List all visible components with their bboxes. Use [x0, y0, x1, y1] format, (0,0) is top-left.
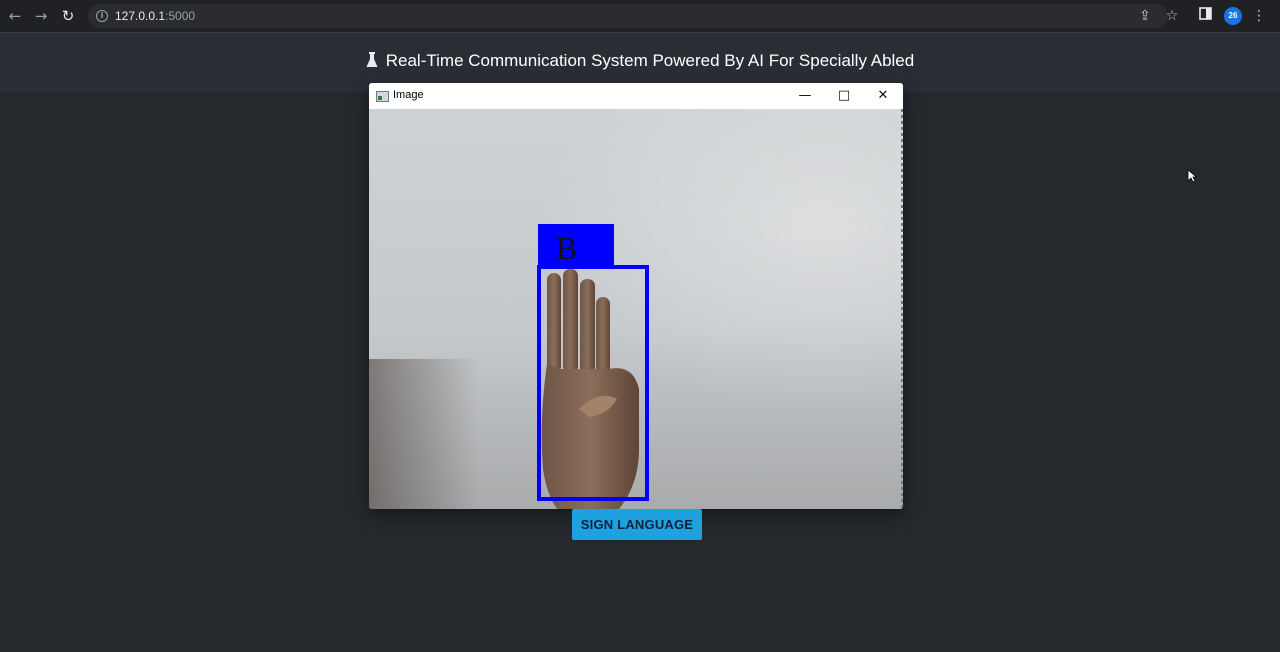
detection-label: B: [538, 224, 614, 266]
page-title-row: Real-Time Communication System Powered B…: [0, 51, 1280, 71]
maximize-icon[interactable]: □: [824, 83, 864, 109]
feed-shadow: [369, 359, 479, 509]
menu-kebab-icon[interactable]: ⋮: [1249, 6, 1269, 26]
image-window-titlebar[interactable]: Image — □ ✕: [369, 83, 903, 109]
page-title: Real-Time Communication System Powered B…: [385, 51, 915, 70]
flask-icon: [366, 52, 378, 67]
url-port: :5000: [165, 9, 196, 23]
site-info-icon[interactable]: i: [96, 10, 108, 22]
forward-icon[interactable]: →: [31, 6, 51, 26]
detection-box: [537, 265, 649, 501]
window-app-icon: [376, 91, 389, 102]
window-edge: [901, 109, 903, 509]
profile-avatar[interactable]: 26: [1224, 7, 1242, 25]
sign-language-button[interactable]: SIGN LANGUAGE: [572, 509, 702, 540]
back-icon[interactable]: ←: [5, 6, 25, 26]
share-icon[interactable]: ⇪: [1135, 6, 1155, 26]
image-window: Image — □ ✕ B: [369, 83, 903, 509]
reload-icon[interactable]: ↻: [58, 6, 78, 26]
camera-feed: B: [369, 109, 903, 509]
side-panel-icon[interactable]: [1195, 6, 1215, 26]
url-host: 127.0.0.1: [115, 9, 166, 23]
browser-toolbar: ← → ↻ i 127.0.0.1:5000 ⇪ ☆ 26 ⋮: [0, 0, 1280, 33]
bookmark-star-icon[interactable]: ☆: [1162, 6, 1182, 26]
address-url[interactable]: 127.0.0.1:5000: [115, 9, 195, 23]
close-icon[interactable]: ✕: [863, 83, 903, 109]
address-bar[interactable]: i 127.0.0.1:5000: [88, 4, 1168, 28]
minimize-icon[interactable]: —: [785, 83, 825, 109]
image-window-title: Image: [393, 89, 424, 101]
detected-letter: B: [556, 230, 578, 266]
mouse-cursor-icon: [1187, 169, 1197, 183]
